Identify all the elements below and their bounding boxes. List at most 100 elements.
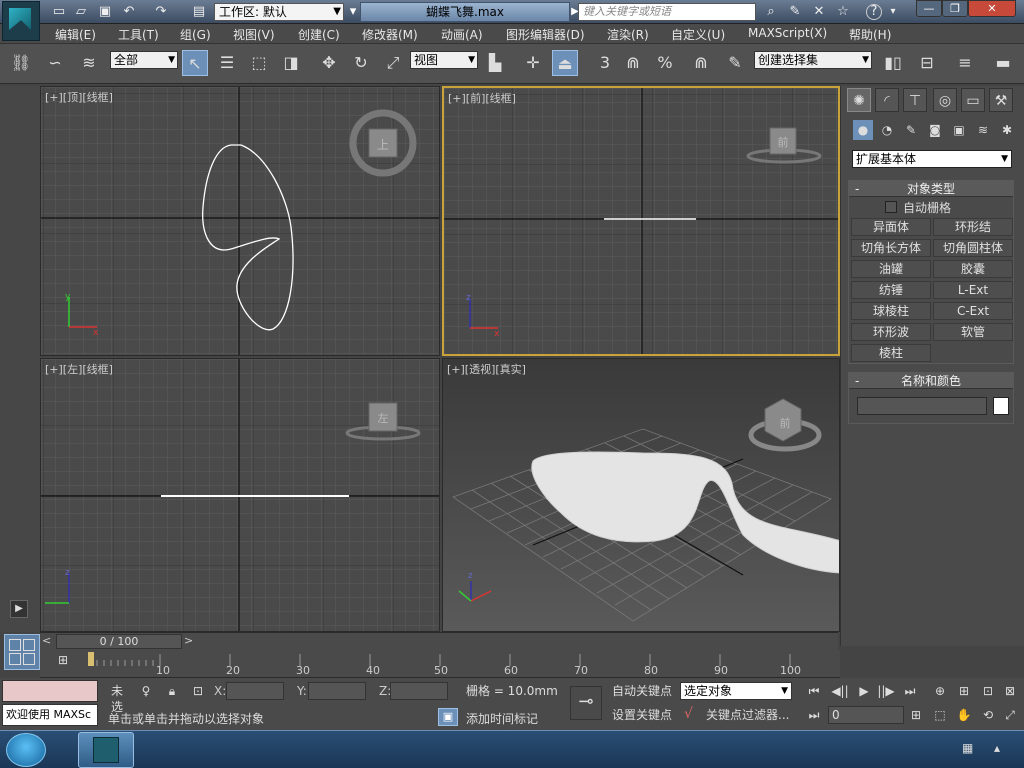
cameras-icon[interactable]: ◙ [925,120,945,140]
geometry-icon[interactable]: ● [853,120,873,140]
viewport-top-label[interactable]: [+][顶][线框] [45,89,113,105]
set-key-button[interactable]: 设置关键点 [608,706,676,724]
bind-space-warp-icon[interactable]: ≋ [76,50,102,76]
hierarchy-tab-icon[interactable]: ⊤ [903,88,927,112]
taskbar-app-3dsmax[interactable] [78,732,134,768]
maximize-viewport-icon[interactable]: ⤢ [1000,706,1020,724]
mini-curve-editor-icon[interactable]: ⊞ [52,653,74,669]
rotate-icon[interactable]: ↻ [348,50,374,76]
maxscript-listener-pink[interactable] [2,680,98,702]
obj-btn-hose[interactable]: 软管 [933,323,1013,341]
close-button[interactable]: ✕ [968,0,1016,17]
menu-graph-editors[interactable]: 图形编辑器(D) [506,26,585,43]
pivot-center-icon[interactable]: ▙ [482,50,508,76]
create-tab-icon[interactable]: ✺ [847,88,871,112]
obj-btn-capsule[interactable]: 胶囊 [933,260,1013,278]
z-coordinate-input[interactable] [390,682,448,700]
subscription-icon[interactable]: ✎ [786,3,804,21]
selection-lock-icon[interactable]: 🔒︎ [162,682,182,700]
select-by-name-icon[interactable]: ☰ [214,50,240,76]
menu-tools[interactable]: 工具(T) [118,26,159,43]
orbit-icon[interactable]: ⟲ [978,706,998,724]
next-frame-icon[interactable]: ||▶ [876,682,896,700]
key-set-select[interactable]: 选定对象 ▼ [680,682,792,700]
go-to-start-icon[interactable]: ⏮ [804,682,824,700]
zoom-icon[interactable]: ⊕ [930,682,950,700]
start-button[interactable] [6,733,46,767]
maxscript-listener-white[interactable]: 欢迎使用 MAXSc [2,704,98,726]
utilities-tab-icon[interactable]: ⚒ [989,88,1013,112]
named-selection-select[interactable]: 创建选择集 ▼ [754,51,872,69]
app-logo[interactable] [2,1,40,41]
set-key-icon[interactable]: ⊸ [570,686,602,720]
object-color-swatch[interactable] [993,397,1009,415]
ref-coord-select[interactable]: 视图 ▼ [410,51,478,69]
layer-manager-icon[interactable]: ≡ [952,50,978,76]
play-toggle-icon[interactable]: ▶ [10,600,28,618]
object-name-input[interactable] [857,397,987,415]
menu-customize[interactable]: 自定义(U) [671,26,725,43]
obj-btn-ringwave[interactable]: 环形波 [851,323,931,341]
menu-help[interactable]: 帮助(H) [849,26,891,43]
category-select[interactable]: 扩展基本体 ▼ [852,150,1012,168]
obj-btn-oiltank[interactable]: 油罐 [851,260,931,278]
pan-icon[interactable]: ✋ [954,706,974,724]
helpers-icon[interactable]: ▣ [949,120,969,140]
key-filter-icon[interactable]: √ [684,706,693,722]
help-icon[interactable]: ? [866,4,882,20]
workspace-select[interactable]: 工作区: 默认 ▼ [214,3,344,21]
viewport-layout-button[interactable] [4,634,40,670]
isolate-selection-icon[interactable]: ♀ [136,682,156,700]
unlink-icon[interactable]: ∽ [42,50,68,76]
restore-button[interactable]: ❐ [942,0,968,17]
obj-btn-prism[interactable]: 棱柱 [851,344,931,362]
exchange-icon[interactable]: ✕ [810,3,828,21]
current-frame-marker[interactable] [88,652,94,666]
menu-edit[interactable]: 编辑(E) [55,26,96,43]
align-icon[interactable]: ⊟ [914,50,940,76]
time-slider[interactable]: < 0 / 100 > [40,632,838,650]
open-file-icon[interactable]: ▱ [72,3,90,21]
track-bar[interactable]: ⊞ 10 20 30 40 50 60 70 80 90 100 [40,650,840,678]
systems-icon[interactable]: ✱ [997,120,1017,140]
add-time-tag[interactable]: 添加时间标记 [466,710,538,727]
play-icon[interactable]: ▶ [854,682,874,700]
viewport-perspective-label[interactable]: [+][透视][真实] [447,361,526,377]
motion-tab-icon[interactable]: ◎ [933,88,957,112]
current-frame-input[interactable]: 0 [828,706,904,724]
obj-btn-chamferbox[interactable]: 切角长方体 [851,239,931,257]
viewport-perspective[interactable]: 前 z [+][透视][真实] [442,358,840,632]
menu-maxscript[interactable]: MAXScript(X) [748,26,827,40]
obj-btn-gengon[interactable]: 球棱柱 [851,302,931,320]
viewport-left[interactable]: 左 z [+][左][线框] [40,358,440,632]
minimize-button[interactable]: — [916,0,942,17]
lights-icon[interactable]: ✎ [901,120,921,140]
auto-grid-checkbox[interactable] [885,201,897,213]
new-file-icon[interactable]: ▭ [50,3,68,21]
obj-btn-chamfercyl[interactable]: 切角圆柱体 [933,239,1013,257]
project-folder-icon[interactable]: ▤ [190,3,208,21]
move-icon[interactable]: ✥ [316,50,342,76]
spinner-snap-icon[interactable]: ⋒ [688,50,714,76]
obj-btn-cext[interactable]: C-Ext [933,302,1013,320]
angle-snap-icon[interactable]: ⋒ [620,50,646,76]
viewport-front[interactable]: 前 z x [+][前][线框] [442,86,840,356]
search-input[interactable]: 键入关键字或短语 [578,3,756,21]
viewport-left-label[interactable]: [+][左][线框] [45,361,113,377]
undo-icon[interactable]: ↶ [120,3,138,21]
obj-btn-hedra[interactable]: 异面体 [851,218,931,236]
zoom-extents-all-icon[interactable]: ⊠ [1000,682,1020,700]
graphite-tools-icon[interactable]: ▬ [990,50,1016,76]
scale-icon[interactable]: ⤢ [380,50,406,76]
key-mode-icon[interactable]: ⏭ [804,706,824,724]
viewport-top[interactable]: 上 y x [+][顶][线框] [40,86,440,356]
shapes-icon[interactable]: ◔ [877,120,897,140]
snap-toggle-icon[interactable]: 3 [592,50,618,76]
selection-filter-select[interactable]: 全部 ▼ [110,51,178,69]
mirror-icon[interactable]: ▮▯ [880,50,906,76]
menu-create[interactable]: 创建(C) [298,26,340,43]
time-tag-icon[interactable]: ▣ [438,708,458,726]
help-dropdown-icon[interactable]: ▾ [884,3,902,21]
key-filters-button[interactable]: 关键点过滤器... [702,706,792,724]
redo-icon[interactable]: ↷ [152,3,170,21]
